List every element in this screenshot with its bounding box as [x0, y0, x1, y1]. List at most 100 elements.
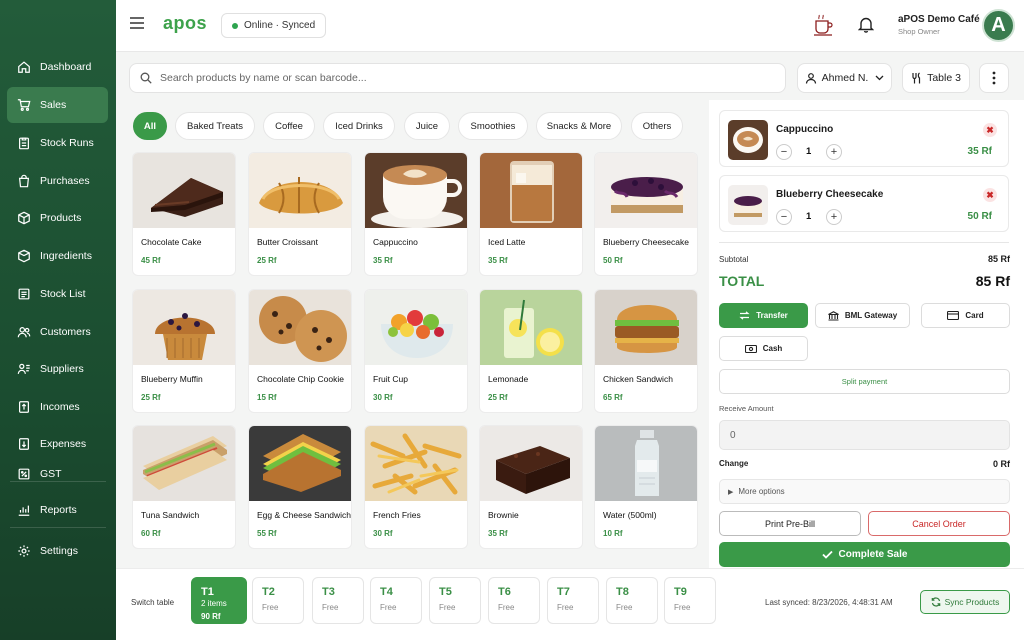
print-pre-bill-button[interactable]: Print Pre-Bill: [719, 511, 861, 536]
product-image: [365, 426, 467, 501]
sidebar-item-suppliers[interactable]: Suppliers: [7, 351, 108, 387]
sidebar-item-label: Suppliers: [40, 363, 84, 375]
product-name: Iced Latte: [488, 237, 526, 247]
table-status: Free: [322, 603, 339, 612]
menu-icon[interactable]: [130, 17, 144, 29]
product-card[interactable]: Chicken Sandwich 65 Rf: [594, 289, 698, 413]
sidebar-item-label: Products: [40, 212, 82, 224]
app-logo[interactable]: apos: [163, 13, 207, 34]
sync-products-button[interactable]: Sync Products: [920, 590, 1010, 614]
check-icon: [821, 550, 833, 559]
bell-icon[interactable]: [858, 16, 874, 33]
product-card[interactable]: Egg & Cheese Sandwich 55 Rf: [248, 425, 352, 549]
table-selector[interactable]: Table 3: [902, 63, 970, 93]
table-name: T6: [498, 586, 511, 598]
category-chip-all[interactable]: All: [133, 112, 167, 140]
product-card[interactable]: Butter Croissant 25 Rf: [248, 152, 352, 276]
split-payment-button[interactable]: Split payment: [719, 369, 1010, 394]
product-price: 65 Rf: [603, 393, 623, 402]
cart-item-price: 50 Rf: [967, 211, 992, 222]
remove-item-button[interactable]: ✖: [983, 188, 997, 202]
table-t9[interactable]: T9 Free: [664, 577, 716, 624]
decrease-qty-button[interactable]: −: [776, 209, 792, 225]
product-card[interactable]: Fruit Cup 30 Rf: [364, 289, 468, 413]
table-t7[interactable]: T7 Free: [547, 577, 599, 624]
product-card[interactable]: Tuna Sandwich 60 Rf: [132, 425, 236, 549]
pay-card-button[interactable]: Card: [921, 303, 1010, 328]
product-card[interactable]: Blueberry Cheesecake 50 Rf: [594, 152, 698, 276]
product-image: [365, 153, 467, 228]
sidebar-item-stock-list[interactable]: Stock List: [7, 276, 108, 312]
search-input[interactable]: [160, 72, 760, 84]
sidebar-item-label: Dashboard: [40, 61, 92, 73]
sidebar-item-incomes[interactable]: Incomes: [7, 389, 108, 425]
sidebar-item-settings[interactable]: Settings: [7, 533, 108, 569]
increase-qty-button[interactable]: +: [826, 209, 842, 225]
avatar[interactable]: A: [982, 9, 1015, 42]
sidebar-item-customers[interactable]: Customers: [7, 314, 108, 350]
table-bar: Switch table T1 2 items 90 Rf T2 Free T3…: [116, 568, 1024, 640]
product-card[interactable]: Chocolate Chip Cookie 15 Rf: [248, 289, 352, 413]
pay-transfer-button[interactable]: Transfer: [719, 303, 808, 328]
transfer-icon: [739, 311, 750, 320]
sidebar-item-gst[interactable]: GST: [7, 456, 108, 492]
category-chip-iced-drinks[interactable]: Iced Drinks: [323, 112, 395, 140]
table-status: Free: [439, 603, 456, 612]
table-t3[interactable]: T3 Free: [312, 577, 364, 624]
table-t6[interactable]: T6 Free: [488, 577, 540, 624]
product-name: Tuna Sandwich: [141, 510, 200, 520]
top-bar: apos Online · Synced aPOS Demo Café Shop…: [116, 0, 1024, 52]
table-t2[interactable]: T2 Free: [252, 577, 304, 624]
table-t1[interactable]: T1 2 items 90 Rf: [191, 577, 247, 624]
category-chip-juice[interactable]: Juice: [404, 112, 450, 140]
table-t4[interactable]: T4 Free: [370, 577, 422, 624]
product-card[interactable]: Iced Latte 35 Rf: [479, 152, 583, 276]
sidebar-item-purchases[interactable]: Purchases: [7, 163, 108, 199]
table-status: Free: [498, 603, 515, 612]
category-chip-coffee[interactable]: Coffee: [263, 112, 315, 140]
receive-amount-input[interactable]: 0: [719, 420, 1010, 450]
category-chip-baked-treats[interactable]: Baked Treats: [175, 112, 255, 140]
product-card[interactable]: Brownie 35 Rf: [479, 425, 583, 549]
category-chip-snacks[interactable]: Snacks & More: [536, 112, 622, 140]
product-name: French Fries: [373, 510, 421, 520]
cart-item-price: 35 Rf: [967, 146, 992, 157]
sidebar-item-sales[interactable]: Sales: [7, 87, 108, 123]
category-chip-others[interactable]: Others: [631, 112, 683, 140]
more-options-toggle[interactable]: ▶ More options: [719, 479, 1010, 504]
staff-selector[interactable]: Ahmed N.: [797, 63, 892, 93]
product-card[interactable]: French Fries 30 Rf: [364, 425, 468, 549]
search-icon: [140, 72, 152, 84]
product-price: 30 Rf: [373, 393, 393, 402]
product-card[interactable]: Blueberry Muffin 25 Rf: [132, 289, 236, 413]
product-card[interactable]: Water (500ml) 10 Rf: [594, 425, 698, 549]
cube-icon: [18, 249, 30, 263]
pay-label: Card: [965, 311, 984, 320]
sidebar-item-dashboard[interactable]: Dashboard: [7, 49, 108, 85]
remove-item-button[interactable]: ✖: [983, 123, 997, 137]
sync-products-label: Sync Products: [944, 597, 1000, 607]
pay-bml-gateway-button[interactable]: BML Gateway: [815, 303, 910, 328]
more-menu-button[interactable]: [979, 63, 1009, 93]
table-name: T9: [674, 586, 687, 598]
category-chip-smoothies[interactable]: Smoothies: [458, 112, 528, 140]
product-card[interactable]: Cappuccino 35 Rf: [364, 152, 468, 276]
product-card[interactable]: Chocolate Cake 45 Rf: [132, 152, 236, 276]
table-name: T7: [557, 586, 570, 598]
utensils-icon: [912, 72, 921, 84]
pay-cash-button[interactable]: Cash: [719, 336, 808, 361]
sidebar-item-products[interactable]: Products: [7, 200, 108, 236]
order-panel: Cappuccino − 1 + ✖ 35 Rf Blueberry Chees…: [709, 100, 1024, 570]
increase-qty-button[interactable]: +: [826, 144, 842, 160]
decrease-qty-button[interactable]: −: [776, 144, 792, 160]
complete-sale-button[interactable]: Complete Sale: [719, 542, 1010, 567]
sidebar-item-stock-runs[interactable]: Stock Runs: [7, 125, 108, 161]
cafe-name: aPOS Demo Café: [898, 14, 980, 25]
cancel-order-button[interactable]: Cancel Order: [868, 511, 1010, 536]
product-card[interactable]: Lemonade 25 Rf: [479, 289, 583, 413]
percent-icon: [18, 468, 30, 480]
sidebar-item-ingredients[interactable]: Ingredients: [7, 238, 108, 274]
sidebar-item-reports[interactable]: Reports: [7, 492, 108, 528]
table-t8[interactable]: T8 Free: [606, 577, 658, 624]
table-t5[interactable]: T5 Free: [429, 577, 481, 624]
